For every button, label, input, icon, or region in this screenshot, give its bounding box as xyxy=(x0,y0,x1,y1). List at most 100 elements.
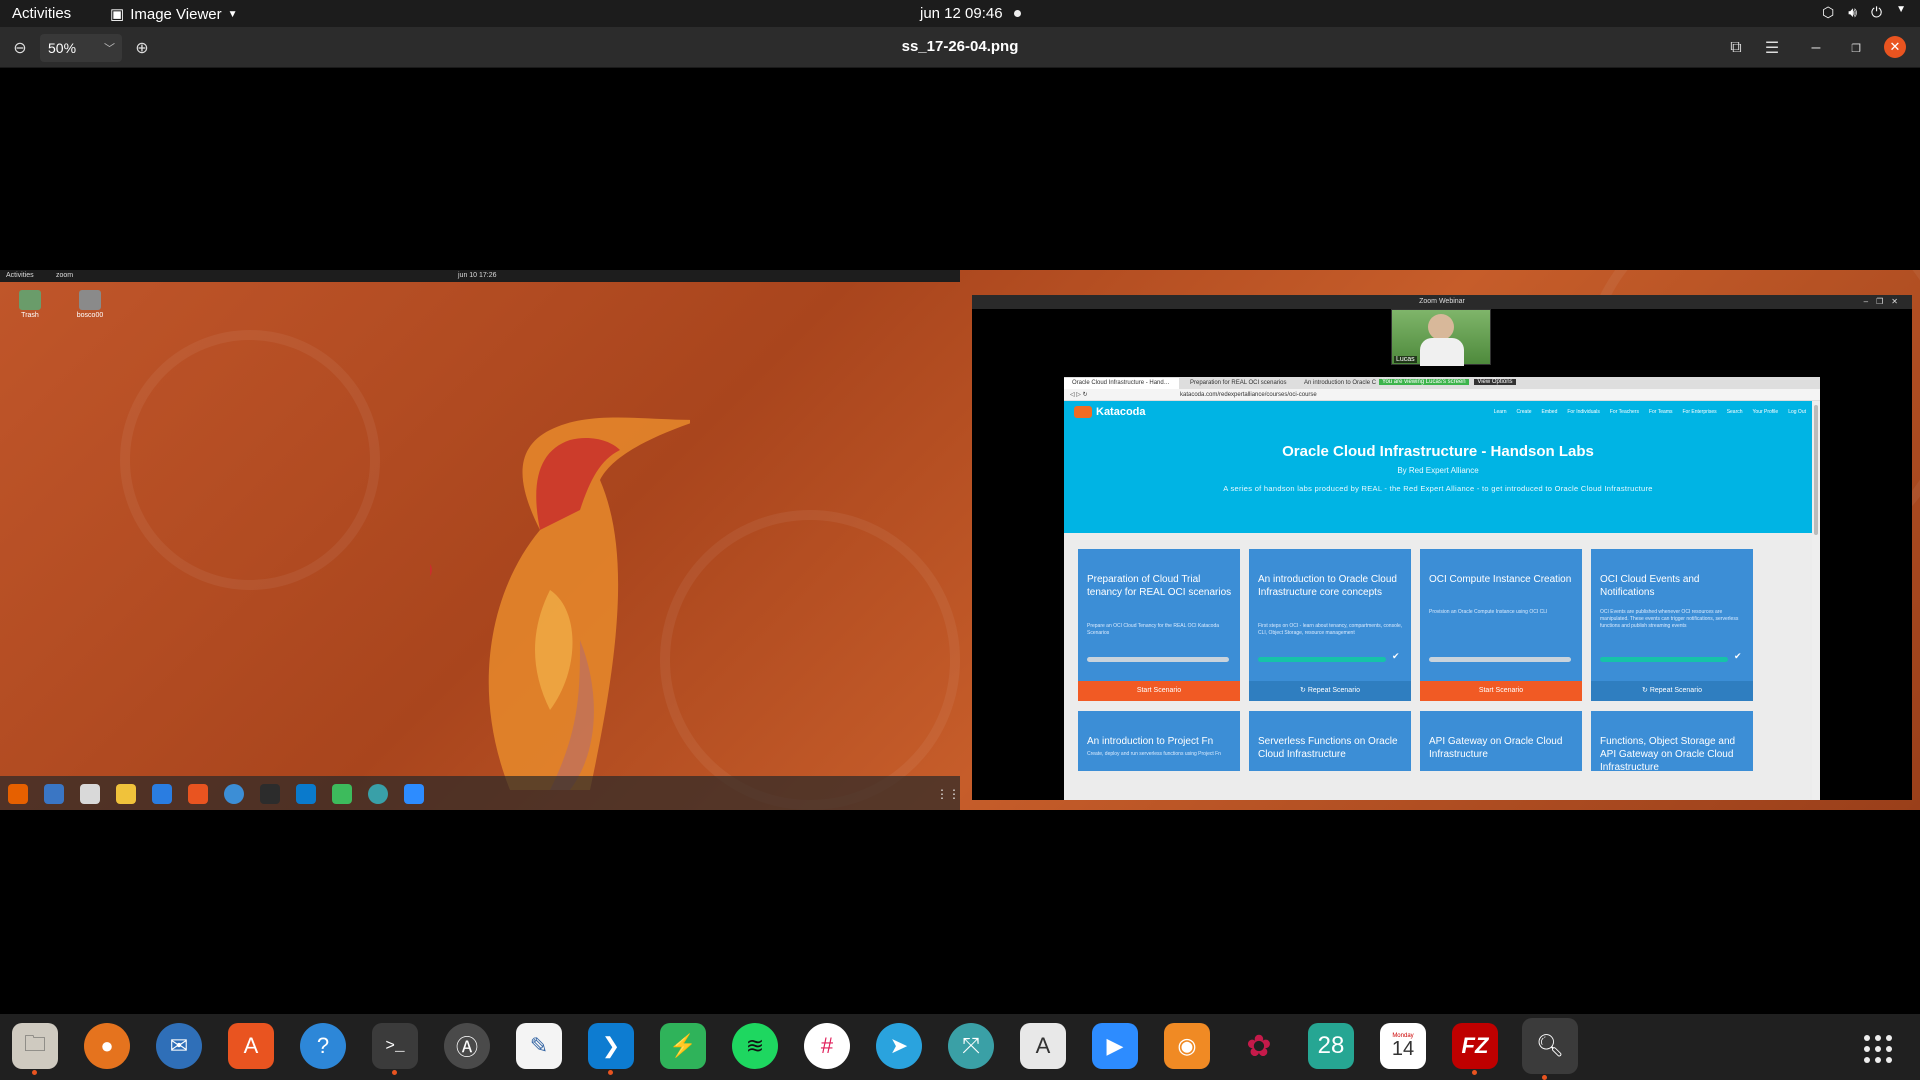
card-title: OCI Cloud Events and Notifications xyxy=(1600,574,1700,598)
wallpaper-bird-illustration xyxy=(430,417,690,790)
katacoda-logo: Katacoda xyxy=(1074,406,1146,418)
files-app[interactable]: 🗀 xyxy=(12,1023,58,1075)
card-title: API Gateway on Oracle Cloud Infrastructu… xyxy=(1429,736,1563,760)
katacoda-nav: Learn Create Embed For Individuals For T… xyxy=(1494,409,1806,415)
zoom-window-titlebar: Zoom Webinar –❐✕ xyxy=(972,295,1912,309)
activities-button[interactable]: Activities xyxy=(12,5,71,22)
progress-bar xyxy=(1429,657,1571,662)
close-button[interactable]: ✕ xyxy=(1884,36,1906,58)
maximize-icon: ❐ xyxy=(1851,42,1861,55)
app-grid-dot xyxy=(1886,1035,1892,1041)
text-editor-app[interactable]: ✎ xyxy=(516,1023,562,1069)
terminal-icon xyxy=(260,784,280,804)
filezilla-icon: FZ xyxy=(1461,1033,1489,1058)
software-updater-app[interactable]: Ⓐ xyxy=(444,1023,490,1069)
updater-icon: Ⓐ xyxy=(455,1035,478,1060)
repeat-label: Repeat Scenario xyxy=(1649,687,1702,694)
katacoda-header: Katacoda Learn Create Embed For Individu… xyxy=(1064,401,1812,533)
running-indicator xyxy=(32,1070,37,1075)
menu-button[interactable]: ☰ xyxy=(1758,34,1786,62)
url-text: katacoda.com/redexpertalliance/courses/o… xyxy=(1180,392,1317,398)
repeat-scenario-button: ↻ Repeat Scenario xyxy=(1249,681,1411,701)
dock: 🗀 ● ✉ A ? >_ Ⓐ ✎ ❯ ⚡ ≋ # ➤ ⤧ A ▶ ◉ ✿ 28 … xyxy=(0,1014,1920,1080)
system-tray[interactable]: ⬡ 🔊︎ ⏻ ▼ xyxy=(1822,4,1906,21)
scenario-card: Serverless Functions on Oracle Cloud Inf… xyxy=(1249,711,1411,771)
screen-share-status: You are viewing Lucas's screen View Opti… xyxy=(1379,377,1516,387)
chevron-down-icon: ▼ xyxy=(227,8,238,20)
trash-icon xyxy=(19,290,41,310)
vscode-icon xyxy=(296,784,316,804)
tiger-app[interactable]: ◉ xyxy=(1164,1023,1210,1069)
spotify-app[interactable]: ≋ xyxy=(732,1023,778,1069)
desktop-icon-label: Trash xyxy=(21,312,39,319)
progress-bar xyxy=(1258,657,1386,662)
terminal-app[interactable]: >_ xyxy=(372,1023,418,1075)
firefox-app[interactable]: ● xyxy=(84,1023,130,1069)
date-badge-app[interactable]: 28 xyxy=(1308,1023,1354,1069)
vscode-app[interactable]: ❯ xyxy=(588,1023,634,1075)
zoom-webinar-window: Zoom Webinar –❐✕ Lucas Oracle Cloud Infr… xyxy=(972,295,1912,800)
fullscreen-icon: ⧉ xyxy=(1730,39,1742,56)
slack-app[interactable]: # xyxy=(804,1023,850,1069)
browser-tab: Preparation for REAL OCI scenarios xyxy=(1190,380,1287,386)
card-description: OCI Events are published whenever OCI re… xyxy=(1600,609,1739,629)
spotify-icon: ≋ xyxy=(745,1033,765,1058)
repeat-scenario-button: ↻ Repeat Scenario xyxy=(1591,681,1753,701)
card-title: Functions, Object Storage and API Gatewa… xyxy=(1600,736,1736,773)
calendar-app[interactable]: Monday 14 xyxy=(1380,1023,1426,1069)
software-store-icon: A xyxy=(243,1033,259,1058)
progress-bar xyxy=(1087,657,1229,662)
nav-item: For Teams xyxy=(1648,409,1673,415)
minimize-button[interactable]: – xyxy=(1802,34,1830,62)
bolt-app[interactable]: ⚡ xyxy=(660,1023,706,1069)
hamburger-menu-icon: ☰ xyxy=(1764,40,1780,57)
dictionary-app[interactable]: A xyxy=(1020,1023,1066,1069)
left-desktop-screen: Activities zoom jun 10 17:26 Trash bosco… xyxy=(0,270,960,810)
help-icon xyxy=(224,784,244,804)
raspberry-pi-app[interactable]: ✿ xyxy=(1236,1023,1282,1069)
image-viewer-app[interactable]: 🔍︎ xyxy=(1522,1018,1578,1080)
browser-url-bar: ◁ ▷ ↻ katacoda.com/redexpertalliance/cou… xyxy=(1064,389,1820,401)
nav-item: Log Out xyxy=(1788,409,1806,415)
slack-icon: # xyxy=(820,1033,834,1058)
calendar-day: 14 xyxy=(1391,1038,1415,1060)
telegram-app[interactable]: ➤ xyxy=(876,1023,922,1069)
software-app[interactable]: A xyxy=(228,1023,274,1069)
desktop-icon-home: bosco00 xyxy=(70,290,110,319)
card-description: Create, deploy and run serverless functi… xyxy=(1087,751,1221,757)
chevron-down-icon: ▼ xyxy=(1896,4,1906,15)
page-scrollbar xyxy=(1812,401,1820,800)
nav-item: Your Profile xyxy=(1752,409,1779,415)
telegram-icon: ➤ xyxy=(889,1033,909,1058)
scenario-card: OCI Compute Instance Creation Provision … xyxy=(1420,549,1582,701)
maximize-button[interactable]: ❐ xyxy=(1842,34,1870,62)
bolt-app-icon xyxy=(332,784,352,804)
fullscreen-button[interactable]: ⧉ xyxy=(1722,34,1750,62)
vscode-icon: ❯ xyxy=(601,1033,621,1058)
nav-item: Embed xyxy=(1541,409,1558,415)
filezilla-app[interactable]: FZ xyxy=(1452,1023,1498,1075)
browser-tab-strip: Oracle Cloud Infrastructure - Hand… Prep… xyxy=(1064,377,1820,389)
repeat-label: Repeat Scenario xyxy=(1307,687,1360,694)
scrollbar-thumb xyxy=(1814,405,1818,535)
participant-name: Lucas xyxy=(1394,356,1417,363)
nav-item: Search xyxy=(1726,409,1743,415)
app-menu[interactable]: ▣ Image Viewer ▼ xyxy=(110,5,238,24)
app-grid-dot xyxy=(1886,1057,1892,1063)
share-status-text: You are viewing Lucas's screen xyxy=(1379,379,1469,385)
nav-buttons: ◁ ▷ ↻ xyxy=(1070,392,1088,398)
help-app[interactable]: ? xyxy=(300,1023,346,1069)
thunderbird-app[interactable]: ✉ xyxy=(156,1023,202,1069)
start-scenario-button: Start Scenario xyxy=(1078,681,1240,701)
network-icon: ⬡ xyxy=(1821,4,1835,20)
show-applications-button[interactable] xyxy=(1864,1035,1892,1063)
katacoda-logo-text: Katacoda xyxy=(1096,406,1146,418)
katacoda-logo-icon xyxy=(1074,406,1092,418)
check-icon: ✔ xyxy=(1734,651,1742,661)
clock[interactable]: jun 12 09:46 xyxy=(920,5,1003,22)
displayed-image: Activities zoom jun 10 17:26 Trash bosco… xyxy=(0,270,1920,810)
zoom-app[interactable]: ▶ xyxy=(1092,1023,1138,1069)
firefox-icon: ● xyxy=(100,1033,114,1058)
remmina-app[interactable]: ⤧ xyxy=(948,1023,994,1069)
desktop-icon-trash: Trash xyxy=(10,290,50,319)
